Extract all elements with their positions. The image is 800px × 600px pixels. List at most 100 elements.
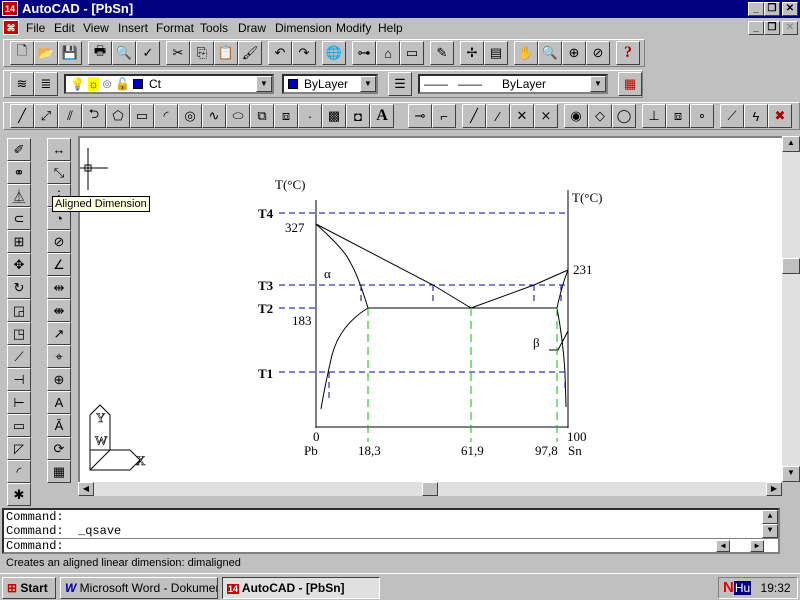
document-icon[interactable]: ⌘ — [3, 20, 19, 35]
save-button[interactable]: 💾 — [58, 41, 82, 65]
array-button[interactable]: ⊞ — [7, 230, 31, 253]
print-preview-button[interactable]: 🔍 — [112, 41, 136, 65]
tolerance-button[interactable]: ⌖ — [47, 345, 71, 368]
line-button[interactable]: ╱ — [10, 104, 34, 128]
scale-button[interactable]: ◲ — [7, 299, 31, 322]
trim-button[interactable]: ⊣ — [7, 368, 31, 391]
hatch-button[interactable]: ▩ — [322, 104, 346, 128]
explode-button[interactable]: ✱ — [7, 483, 31, 506]
menu-draw[interactable]: Draw — [238, 21, 266, 35]
menu-insert[interactable]: Insert — [118, 21, 148, 35]
snap-endpoint-button[interactable]: ╱ — [462, 104, 486, 128]
task-autocad[interactable]: 14 AutoCAD - [PbSn] — [222, 577, 380, 599]
ucs-button[interactable]: ⌂ — [376, 41, 400, 65]
menu-format[interactable]: Format — [156, 21, 194, 35]
norton-icon[interactable]: N — [723, 579, 734, 596]
break-button[interactable]: ▭ — [7, 414, 31, 437]
menu-help[interactable]: Help — [378, 21, 403, 35]
offset-button[interactable]: ⊂ — [7, 207, 31, 230]
snap-center-button[interactable]: ◉ — [564, 104, 588, 128]
scroll-thumb[interactable] — [422, 482, 438, 496]
menu-modify[interactable]: Modify — [336, 21, 371, 35]
object-snap-button[interactable]: ⊶ — [352, 41, 376, 65]
browse-web-button[interactable]: 🌐 — [322, 41, 346, 65]
make-block-button[interactable]: ⧈ — [274, 104, 298, 128]
snap-node-button[interactable]: ∘ — [690, 104, 714, 128]
scroll-left-button[interactable]: ◀ — [78, 482, 94, 496]
snap-perpendicular-button[interactable]: ⊥ — [642, 104, 666, 128]
polyline-button[interactable]: ⮌ — [82, 104, 106, 128]
zoom-window-button[interactable]: ⊕ — [562, 41, 586, 65]
snap-quadrant-button[interactable]: ◇ — [588, 104, 612, 128]
minimize-button[interactable]: _ — [748, 2, 764, 16]
multiline-button[interactable]: ⫽ — [58, 104, 82, 128]
color-dropdown[interactable]: ByLayer ▼ — [282, 74, 378, 94]
polygon-button[interactable]: ⬠ — [106, 104, 130, 128]
snap-intersection-button[interactable]: ✕ — [510, 104, 534, 128]
tracking-button[interactable]: ⊸ — [408, 104, 432, 128]
print-button[interactable]: 🖶 — [88, 41, 112, 65]
layers-button[interactable]: ≣ — [34, 72, 58, 96]
task-word[interactable]: W Microsoft Word - Dokumen... — [60, 577, 218, 599]
snap-none-button[interactable]: ✖ — [768, 104, 792, 128]
redo-button[interactable]: ↷ — [292, 41, 316, 65]
dimension-edit-button[interactable]: A — [47, 391, 71, 414]
rectangle-button[interactable]: ▭ — [130, 104, 154, 128]
vertical-scrollbar[interactable]: ▲ ▼ — [782, 136, 800, 482]
help-button[interactable]: ? — [616, 41, 640, 65]
dimension-style-button[interactable]: ▦ — [47, 460, 71, 483]
region-button[interactable]: ◘ — [346, 104, 370, 128]
construction-line-button[interactable]: ⤢ — [34, 104, 58, 128]
from-button[interactable]: ⌐ — [432, 104, 456, 128]
linear-dimension-button[interactable]: ↔ — [47, 138, 71, 161]
chevron-down-icon[interactable]: ▼ — [256, 76, 272, 92]
move-button[interactable]: ✥ — [7, 253, 31, 276]
stretch-button[interactable]: ◳ — [7, 322, 31, 345]
open-button[interactable]: 📂 — [34, 41, 58, 65]
insert-block-button[interactable]: ⧉ — [250, 104, 274, 128]
scroll-thumb[interactable] — [782, 258, 800, 274]
center-mark-button[interactable]: ⊕ — [47, 368, 71, 391]
command-window[interactable]: Command: Command: _qsave Command: ▲ ▼ ◀ … — [2, 508, 780, 554]
rotate-button[interactable]: ↻ — [7, 276, 31, 299]
cut-button[interactable]: ✂ — [166, 41, 190, 65]
doc-minimize-button[interactable]: _ — [748, 21, 764, 35]
menu-edit[interactable]: Edit — [54, 21, 75, 35]
chamfer-button[interactable]: ◸ — [7, 437, 31, 460]
cmd-scroll-right[interactable]: ▶ — [750, 540, 764, 552]
spelling-button[interactable]: ✓ — [136, 41, 160, 65]
redraw-button[interactable]: ✎ — [430, 41, 454, 65]
zoom-previous-button[interactable]: ⊘ — [586, 41, 610, 65]
erase-button[interactable]: ✐ — [7, 138, 31, 161]
continue-dimension-button[interactable]: ⇼ — [47, 299, 71, 322]
properties-button[interactable]: ▦ — [618, 72, 642, 96]
arc-button[interactable]: ◜ — [154, 104, 178, 128]
language-indicator[interactable]: Hu — [733, 581, 752, 595]
chevron-down-icon[interactable]: ▼ — [360, 76, 376, 92]
lengthen-button[interactable]: ⟋ — [7, 345, 31, 368]
extend-button[interactable]: ⊢ — [7, 391, 31, 414]
paste-button[interactable]: 📋 — [214, 41, 238, 65]
cmd-scroll-up[interactable]: ▲ — [762, 510, 778, 524]
new-button[interactable]: 🗋 — [10, 41, 34, 65]
baseline-dimension-button[interactable]: ⇹ — [47, 276, 71, 299]
copy-button[interactable]: ⎘ — [190, 41, 214, 65]
named-views-button[interactable]: ▤ — [484, 41, 508, 65]
chevron-down-icon[interactable]: ▼ — [590, 76, 606, 92]
circle-button[interactable]: ◎ — [178, 104, 202, 128]
copy-object-button[interactable]: ⚭ — [7, 161, 31, 184]
cmd-scroll-left[interactable]: ◀ — [716, 540, 730, 552]
menu-file[interactable]: File — [26, 21, 45, 35]
menu-view[interactable]: View — [83, 21, 109, 35]
doc-close-button[interactable]: ✕ — [782, 21, 798, 35]
menu-tools[interactable]: Tools — [200, 21, 228, 35]
dimension-update-button[interactable]: ⟳ — [47, 437, 71, 460]
linetype-button[interactable]: ☰ — [388, 72, 412, 96]
mirror-button[interactable]: ⏅ — [7, 184, 31, 207]
make-layer-current-button[interactable]: ≋ — [10, 72, 34, 96]
doc-restore-button[interactable]: ❐ — [764, 21, 780, 35]
aerial-view-button[interactable]: ✢ — [460, 41, 484, 65]
scroll-right-button[interactable]: ▶ — [766, 482, 782, 496]
snap-tangent-button[interactable]: ◯ — [612, 104, 636, 128]
linetype-dropdown[interactable]: —— —— ByLayer ▼ — [418, 74, 608, 94]
